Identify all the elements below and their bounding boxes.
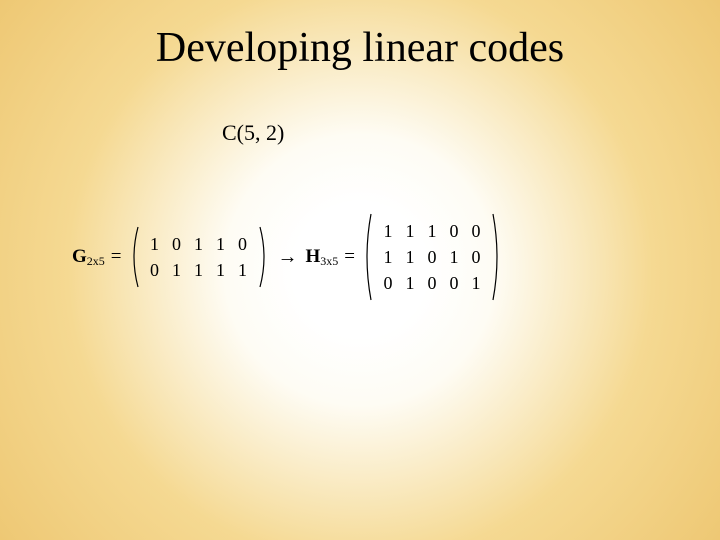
matrix-cell: 1	[472, 273, 481, 294]
g-label: G 2x5	[72, 246, 105, 268]
matrix-cell: 1	[406, 221, 415, 242]
right-paren-icon	[258, 225, 270, 289]
g-matrix: 1011001111	[128, 225, 270, 289]
matrix-cell: 0	[428, 247, 437, 268]
matrix-cell: 0	[450, 221, 459, 242]
matrix-cell: 0	[172, 234, 181, 255]
right-paren-icon	[491, 212, 503, 302]
matrix-cell: 1	[194, 260, 203, 281]
page-title: Developing linear codes	[0, 24, 720, 72]
equation: G 2x5 = 1011001111 → H 3x5 = 11100110100…	[72, 212, 503, 302]
code-parameters: C(5, 2)	[222, 120, 284, 146]
matrix-cell: 0	[384, 273, 393, 294]
matrix-cell: 0	[150, 260, 159, 281]
left-paren-icon	[128, 225, 140, 289]
matrix-cell: 1	[384, 247, 393, 268]
matrix-cell: 0	[472, 221, 481, 242]
matrix-cell: 1	[216, 260, 225, 281]
left-paren-icon	[361, 212, 373, 302]
equals-sign: =	[344, 246, 355, 268]
h-subscript: 3x5	[320, 254, 338, 269]
g-matrix-grid: 1011001111	[140, 225, 258, 289]
arrow-icon: →	[278, 246, 298, 269]
matrix-cell: 1	[406, 273, 415, 294]
matrix-cell: 1	[194, 234, 203, 255]
matrix-cell: 1	[406, 247, 415, 268]
h-matrix-grid: 111001101001001	[373, 212, 491, 302]
matrix-cell: 1	[450, 247, 459, 268]
g-name: G	[72, 246, 87, 268]
equals-sign: =	[111, 246, 122, 268]
matrix-cell: 1	[428, 221, 437, 242]
g-subscript: 2x5	[87, 254, 105, 269]
matrix-cell: 0	[238, 234, 247, 255]
matrix-cell: 0	[428, 273, 437, 294]
matrix-cell: 0	[450, 273, 459, 294]
matrix-cell: 1	[384, 221, 393, 242]
matrix-cell: 1	[216, 234, 225, 255]
h-label: H 3x5	[306, 246, 339, 268]
h-matrix: 111001101001001	[361, 212, 503, 302]
h-name: H	[306, 246, 321, 268]
matrix-cell: 1	[172, 260, 181, 281]
matrix-cell: 0	[472, 247, 481, 268]
matrix-cell: 1	[150, 234, 159, 255]
matrix-cell: 1	[238, 260, 247, 281]
